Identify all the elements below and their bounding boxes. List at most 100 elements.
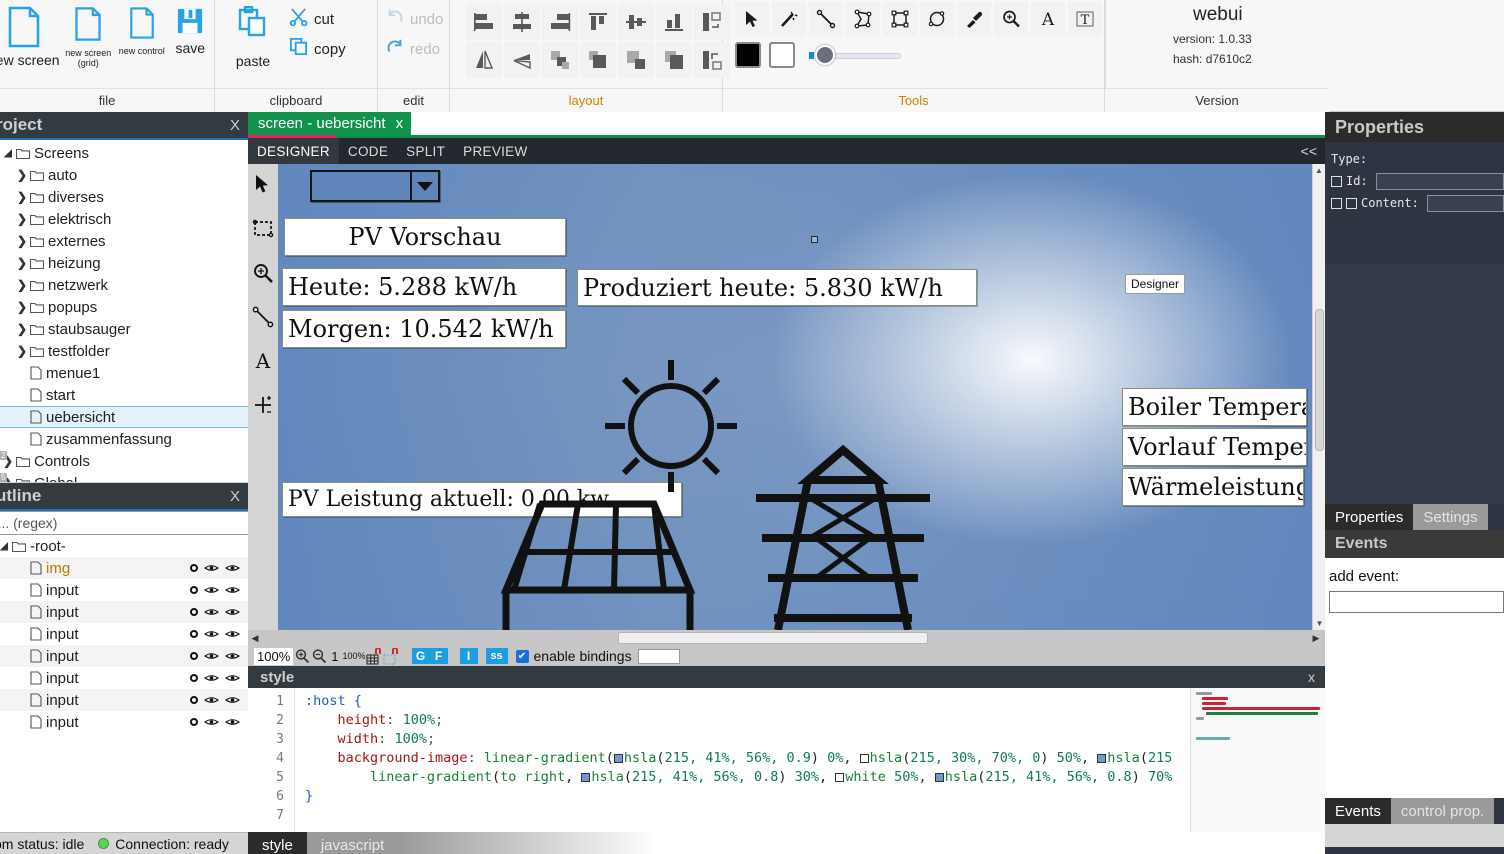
magic-wand-icon[interactable]	[772, 2, 806, 36]
canvas-widget-pv-vorschau[interactable]: PV Vorschau	[284, 218, 566, 256]
canvas-widget-morgen[interactable]: Morgen: 10.542 kW/h	[282, 310, 566, 348]
chevron-right-icon[interactable]: ❯	[14, 190, 30, 204]
selection-handle[interactable]	[811, 236, 818, 243]
eyedropper-icon[interactable]	[957, 2, 991, 36]
lock-icon[interactable]	[190, 696, 198, 704]
align-top-icon[interactable]	[580, 4, 616, 40]
lock-icon[interactable]	[190, 586, 198, 594]
close-icon[interactable]: x	[396, 115, 404, 132]
stroke-width-slider[interactable]	[809, 43, 901, 67]
lock-icon[interactable]	[190, 718, 198, 726]
bring-to-front-icon[interactable]	[580, 42, 616, 78]
lock-icon[interactable]	[190, 652, 198, 660]
hscroll-track[interactable]	[618, 632, 1303, 644]
eye-icon[interactable]	[204, 648, 219, 665]
scroll-right-icon[interactable]: ▶	[1309, 633, 1323, 644]
tree-item-controls[interactable]: 2 ❯ Controls	[0, 450, 248, 472]
close-icon[interactable]: X	[230, 117, 240, 134]
content-field[interactable]	[1426, 194, 1504, 212]
canvas-widget-boiler-temperatur[interactable]: Boiler Temperatur	[1122, 388, 1307, 426]
tree-item-netzwerk[interactable]: ❯ netzwerk	[0, 274, 248, 296]
send-backward-icon[interactable]	[618, 42, 654, 78]
align-right-icon[interactable]	[542, 4, 578, 40]
canvas-widget-heute[interactable]: Heute: 5.288 kW/h	[282, 268, 566, 306]
scrollbar-thumb[interactable]	[1315, 309, 1324, 451]
bindings-input[interactable]	[637, 648, 680, 664]
zoom-out-icon[interactable]	[310, 647, 327, 665]
enable-bindings-checkbox[interactable]: ✔	[515, 649, 529, 663]
eye-icon[interactable]	[225, 560, 240, 577]
pointer-icon[interactable]	[735, 2, 769, 36]
ellipse-icon[interactable]	[920, 2, 954, 36]
document-tab-uebersicht[interactable]: screen - uebersicht x	[248, 112, 412, 135]
close-icon[interactable]: X	[230, 488, 240, 505]
paste-button[interactable]: paste	[221, 0, 285, 86]
new-screen-grid-button[interactable]: new screen (grid)	[60, 0, 117, 86]
tab-style[interactable]: style	[248, 832, 307, 854]
outline-item[interactable]: input	[0, 579, 248, 601]
scroll-up-icon[interactable]: ▲	[1313, 164, 1325, 177]
outline-tree[interactable]: ◢ -root-img input input input input input input…	[0, 535, 248, 854]
eye-icon[interactable]	[204, 670, 219, 687]
canvas-widget-produziert-heute[interactable]: Produziert heute: 5.830 kW/h	[577, 269, 977, 306]
eye-icon[interactable]	[225, 604, 240, 621]
tree-item-uebersicht[interactable]: uebersicht	[0, 406, 248, 428]
tab-settings[interactable]: Settings	[1413, 504, 1488, 530]
id-checkbox[interactable]	[1331, 175, 1342, 187]
tab-preview[interactable]: PREVIEW	[454, 138, 536, 164]
outline-item[interactable]: img	[0, 557, 248, 579]
snap-to-object-icon[interactable]	[383, 647, 400, 665]
chevron-down-icon[interactable]: ◢	[0, 541, 12, 552]
align-left-icon[interactable]	[466, 4, 502, 40]
code-editor-text[interactable]: :host { height: 100%; width: 100%; backg…	[294, 688, 1325, 832]
chevron-right-icon[interactable]: ❯	[14, 256, 30, 270]
canvas-vertical-scrollbar[interactable]: ▲ ▼	[1312, 164, 1325, 630]
flag-i-button[interactable]: I	[459, 648, 478, 664]
chevron-right-icon[interactable]: ❯	[14, 344, 30, 358]
tree-item-staubsauger[interactable]: ❯ staubsauger	[0, 318, 248, 340]
eye-icon[interactable]	[225, 648, 240, 665]
line-icon[interactable]	[249, 300, 277, 334]
undo-button[interactable]: undo	[382, 4, 447, 34]
eye-icon[interactable]	[225, 582, 240, 599]
tree-item-zusammenfassung[interactable]: zusammenfassung	[0, 428, 248, 450]
design-canvas[interactable]: PV Vorschau Heute: 5.288 kW/h Produziert h…	[278, 164, 1325, 630]
send-to-back-icon[interactable]	[656, 42, 692, 78]
lock-icon[interactable]	[190, 674, 198, 682]
canvas-dropdown-widget[interactable]	[310, 170, 440, 202]
outline-item[interactable]: input	[0, 623, 248, 645]
redo-button[interactable]: redo	[382, 34, 447, 64]
bring-forward-icon[interactable]	[542, 42, 578, 78]
eye-icon[interactable]	[225, 670, 240, 687]
tree-item-auto[interactable]: ❯ auto	[0, 164, 248, 186]
snap-to-grid-icon[interactable]	[366, 647, 383, 665]
tree-item-popups[interactable]: ❯ popups	[0, 296, 248, 318]
flag-f-button[interactable]: F	[429, 648, 448, 664]
outline-item[interactable]: input	[0, 689, 248, 711]
align-center-vertical-icon[interactable]	[504, 4, 540, 40]
tab-control-prop[interactable]: control prop.	[1390, 798, 1495, 824]
copy-button[interactable]: copy	[285, 34, 350, 64]
chevron-down-icon[interactable]: ◢	[0, 148, 16, 159]
id-field[interactable]	[1375, 172, 1504, 190]
flag-g-button[interactable]: G	[411, 648, 430, 664]
lock-icon[interactable]	[190, 564, 198, 572]
pointer-icon[interactable]	[249, 168, 277, 202]
outline-item[interactable]: input	[0, 667, 248, 689]
outline-item[interactable]: input	[0, 601, 248, 623]
chevron-right-icon[interactable]: ❯	[14, 278, 30, 292]
flag-ss-button[interactable]: ss	[485, 648, 508, 664]
eye-icon[interactable]	[225, 692, 240, 709]
move-icon[interactable]	[249, 388, 277, 422]
rectangle-icon[interactable]	[883, 2, 917, 36]
outline-filter-row[interactable]	[0, 511, 248, 535]
slider-knob[interactable]	[815, 45, 835, 65]
lock-icon[interactable]	[190, 630, 198, 638]
tree-item-start[interactable]: start	[0, 384, 248, 406]
tab-events[interactable]: Events	[1325, 798, 1391, 824]
flip-horizontal-icon[interactable]	[466, 42, 502, 78]
tree-item-elektrisch[interactable]: ❯ elektrisch	[0, 208, 248, 230]
tab-javascript[interactable]: javascript	[307, 832, 398, 854]
canvas-horizontal-scrollbar[interactable]: ◀ ▶	[248, 630, 1325, 646]
tree-item-testfolder[interactable]: ❯ testfolder	[0, 340, 248, 362]
